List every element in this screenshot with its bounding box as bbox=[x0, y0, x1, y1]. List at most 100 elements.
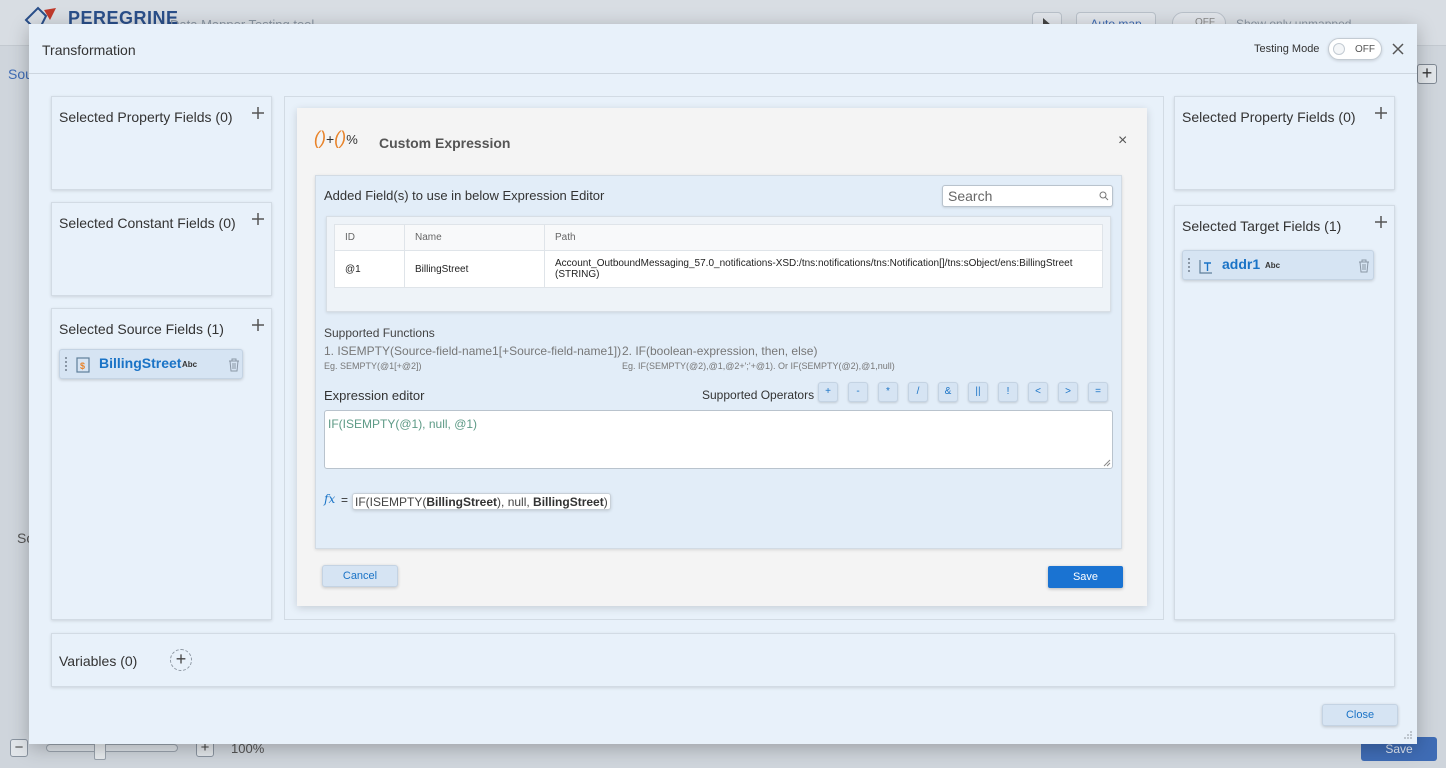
search-icon[interactable] bbox=[1099, 191, 1109, 201]
source-field-name: BillingStreet bbox=[99, 355, 182, 371]
fields-table: ID Name Path @1 BillingStreet Account_Ou… bbox=[334, 224, 1103, 288]
supported-functions-title: Supported Functions bbox=[324, 326, 435, 340]
panel-title: Selected Property Fields (0) bbox=[59, 109, 233, 125]
string-field-icon: $ bbox=[76, 357, 90, 373]
source-field-chip[interactable]: $ BillingStreet Abc bbox=[59, 349, 243, 379]
target-field-chip[interactable]: addr1 Abc bbox=[1182, 250, 1374, 280]
trash-icon[interactable] bbox=[227, 357, 241, 373]
operator-less-than-button[interactable]: < bbox=[1028, 382, 1048, 402]
operator-and-button[interactable]: & bbox=[938, 382, 958, 402]
operator-multiply-button[interactable]: * bbox=[878, 382, 898, 402]
trash-icon[interactable] bbox=[1357, 258, 1371, 274]
fx-equals: = bbox=[341, 493, 349, 507]
selected-target-fields-panel: Selected Target Fields (1) addr1 Abc bbox=[1174, 205, 1395, 620]
operator-equals-button[interactable]: = bbox=[1088, 382, 1108, 402]
expression-preview: IF(ISEMPTY(BillingStreet), null, Billing… bbox=[352, 493, 611, 510]
plus-glyph: + bbox=[326, 131, 335, 147]
preview-text: ), null, bbox=[497, 495, 534, 509]
paren-glyph: () bbox=[334, 128, 347, 148]
added-fields-section: Added Field(s) to use in below Expressio… bbox=[315, 175, 1122, 549]
drag-handle-icon[interactable] bbox=[65, 357, 69, 372]
drag-handle-icon[interactable] bbox=[1188, 258, 1192, 273]
column-header-path: Path bbox=[544, 224, 1103, 251]
cell-id: @1 bbox=[334, 250, 405, 288]
dialog-close-icon[interactable] bbox=[1390, 38, 1406, 60]
selected-property-fields-panel-left: Selected Property Fields (0) bbox=[51, 96, 272, 190]
operator-minus-button[interactable]: - bbox=[848, 382, 868, 402]
fx-icon: fx bbox=[324, 492, 336, 506]
column-header-name: Name bbox=[404, 224, 545, 251]
testing-mode-label: Testing Mode bbox=[1254, 43, 1320, 55]
operator-greater-than-button[interactable]: > bbox=[1058, 382, 1078, 402]
search-box[interactable] bbox=[942, 185, 1113, 207]
dialog-title: Transformation bbox=[42, 42, 136, 58]
preview-field: BillingStreet bbox=[426, 495, 498, 509]
supported-operators-label: Supported Operators bbox=[702, 388, 815, 402]
custom-expression-card: ()+()% Custom Expression × Added Field(s… bbox=[297, 108, 1147, 606]
column-header-id: ID bbox=[334, 224, 405, 251]
variables-panel: Variables (0) + bbox=[51, 633, 1395, 687]
panel-title: Selected Source Fields (1) bbox=[59, 321, 224, 337]
cancel-button[interactable]: Cancel bbox=[322, 565, 398, 587]
panel-title: Selected Constant Fields (0) bbox=[59, 215, 236, 231]
preview-field: BillingStreet bbox=[533, 495, 604, 509]
operator-plus-button[interactable]: + bbox=[818, 382, 838, 402]
target-field-name: addr1 bbox=[1222, 256, 1261, 272]
preview-text: ) bbox=[603, 495, 608, 509]
selected-property-fields-panel-right: Selected Property Fields (0) bbox=[1174, 96, 1395, 190]
close-icon[interactable]: × bbox=[1118, 132, 1127, 150]
preview-text: IF(ISEMPTY( bbox=[355, 495, 427, 509]
selected-source-fields-panel: Selected Source Fields (1) $ BillingStre… bbox=[51, 308, 272, 620]
source-field-type: Abc bbox=[182, 360, 198, 369]
zoom-slider[interactable] bbox=[46, 744, 178, 752]
target-field-type: Abc bbox=[1265, 261, 1281, 270]
plus-icon bbox=[252, 107, 264, 119]
expression-editor-label: Expression editor bbox=[324, 388, 425, 403]
add-variable-button[interactable]: + bbox=[170, 649, 192, 671]
plus-icon bbox=[252, 319, 264, 331]
operator-or-button[interactable]: || bbox=[968, 382, 988, 402]
text-field-icon bbox=[1199, 260, 1212, 274]
add-constant-field-button[interactable] bbox=[249, 211, 267, 229]
fields-table-container: ID Name Path @1 BillingStreet Account_Ou… bbox=[326, 216, 1111, 312]
panel-title: Selected Property Fields (0) bbox=[1182, 109, 1356, 125]
close-icon bbox=[1392, 43, 1404, 55]
function-example: Eg. SEMPTY(@1[+@2]) bbox=[324, 361, 422, 371]
added-fields-title: Added Field(s) to use in below Expressio… bbox=[324, 188, 605, 203]
plus-icon bbox=[1375, 216, 1387, 228]
add-target-field-button[interactable] bbox=[1372, 214, 1390, 232]
resize-handle-icon[interactable] bbox=[1401, 728, 1413, 740]
zoom-out-button[interactable]: − bbox=[10, 739, 28, 757]
custom-expression-title: Custom Expression bbox=[379, 135, 511, 151]
svg-text:$: $ bbox=[80, 361, 85, 371]
operator-divide-button[interactable]: / bbox=[908, 382, 928, 402]
add-source-field-button[interactable] bbox=[249, 317, 267, 335]
table-header-row: ID Name Path bbox=[334, 224, 1103, 251]
selected-constant-fields-panel: Selected Constant Fields (0) bbox=[51, 202, 272, 296]
custom-expression-icon: ()+()% bbox=[314, 128, 358, 149]
function-signature: 1. ISEMPTY(Source-field-name1[+Source-fi… bbox=[324, 344, 622, 358]
add-button[interactable]: + bbox=[1417, 64, 1437, 84]
dialog-header: Transformation Testing Mode OFF bbox=[29, 24, 1417, 74]
resize-handle-icon[interactable] bbox=[1102, 458, 1111, 467]
add-property-field-button[interactable] bbox=[1372, 105, 1390, 123]
cell-name: BillingStreet bbox=[404, 250, 545, 288]
function-signature: 2. IF(boolean-expression, then, else) bbox=[622, 344, 818, 358]
plus-icon bbox=[252, 213, 264, 225]
operator-not-button[interactable]: ! bbox=[998, 382, 1018, 402]
transformation-dialog: Transformation Testing Mode OFF Selected… bbox=[29, 24, 1417, 744]
testing-mode-toggle[interactable]: OFF bbox=[1328, 38, 1382, 60]
search-input[interactable] bbox=[948, 188, 1093, 204]
panel-title: Selected Target Fields (1) bbox=[1182, 218, 1342, 234]
paren-glyph: () bbox=[314, 128, 326, 148]
toggle-knob bbox=[1333, 43, 1345, 55]
save-button[interactable]: Save bbox=[1048, 566, 1123, 588]
table-row[interactable]: @1 BillingStreet Account_OutboundMessagi… bbox=[334, 250, 1103, 288]
expression-editor-input[interactable] bbox=[324, 410, 1113, 469]
variables-title: Variables (0) bbox=[59, 653, 138, 669]
percent-glyph: % bbox=[346, 132, 358, 147]
cell-path: Account_OutboundMessaging_57.0_notificat… bbox=[544, 250, 1103, 288]
close-button[interactable]: Close bbox=[1322, 704, 1398, 726]
function-example: Eg. IF(SEMPTY(@2),@1,@2+';'+@1). Or IF(S… bbox=[622, 361, 895, 371]
add-property-field-button[interactable] bbox=[249, 105, 267, 123]
